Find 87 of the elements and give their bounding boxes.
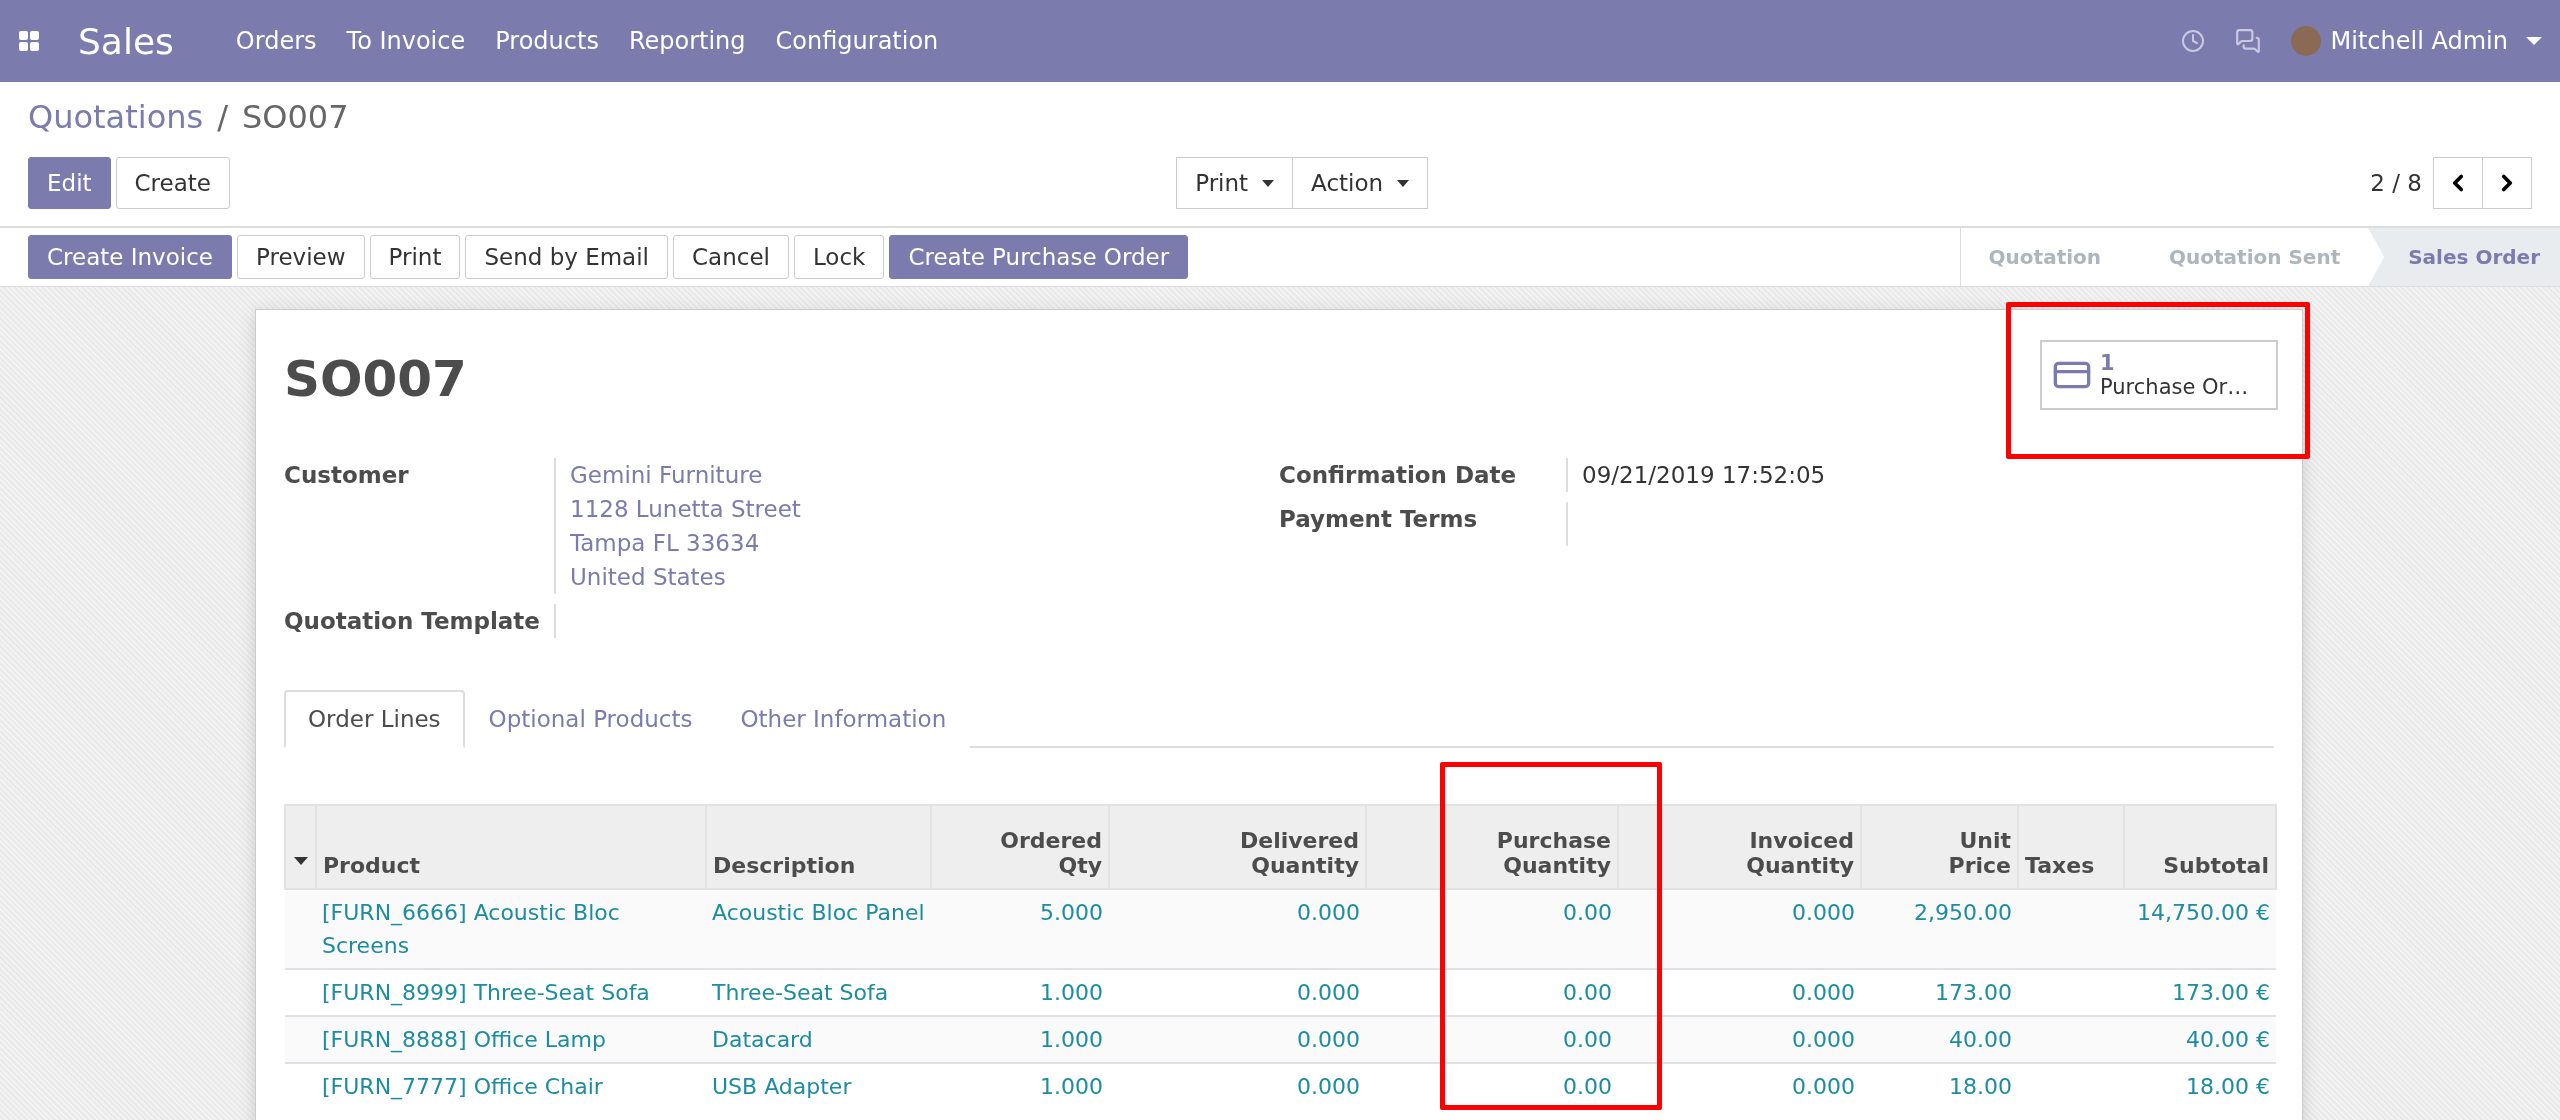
secondary-button[interactable]: Create — [115, 157, 230, 209]
table-cell: 0.00 — [1366, 969, 1618, 1016]
record-title: SO007 — [284, 350, 467, 408]
column-header[interactable]: Product — [316, 805, 706, 889]
table-cell: 0.000 — [1109, 889, 1366, 969]
column-header[interactable]: Subtotal — [2124, 805, 2276, 889]
dropdown-button[interactable]: Print — [1176, 157, 1294, 209]
table-cell: 0.000 — [1109, 1016, 1366, 1063]
primary-button[interactable]: Edit — [28, 157, 111, 209]
table-cell: USB Adapter — [706, 1063, 931, 1109]
table-cell: [FURN_6666] Acoustic Bloc Screens — [316, 889, 706, 969]
field-label: Customer — [284, 461, 410, 490]
dropdown-button[interactable]: Action — [1292, 157, 1429, 209]
menu-item[interactable]: Products — [495, 27, 599, 55]
previous-button[interactable] — [2433, 157, 2483, 209]
table-cell: 0.00 — [1366, 1063, 1618, 1109]
table-cell: [FURN_8888] Office Lamp — [316, 1016, 706, 1063]
table-cell: 18.00 — [1861, 1063, 2018, 1109]
caret-icon — [293, 857, 308, 865]
primary-button[interactable]: Create Purchase Order — [889, 235, 1189, 279]
table-cell: 40.00 — [1861, 1016, 2018, 1063]
smart-button-count: 1 — [2100, 350, 2115, 375]
secondary-button[interactable]: Lock — [793, 235, 885, 279]
field-value: 09/21/2019 17:52:05 — [1582, 461, 1827, 490]
field-label: Quotation Template — [284, 607, 541, 636]
column-header[interactable]: Delivered Quantity — [1109, 805, 1366, 889]
column-header[interactable]: Purchase Quantity — [1366, 805, 1618, 889]
table-cell: 40.00 € — [2124, 1016, 2276, 1063]
table-cell: 0.000 — [1618, 969, 1861, 1016]
caret-icon — [1397, 179, 1410, 187]
table-cell: [FURN_8999] Three-Seat Sofa — [316, 969, 706, 1016]
customer-link[interactable]: Tampa FL 33634 — [570, 526, 1279, 560]
table-cell: 14,750.00 € — [2124, 889, 2276, 969]
table-cell: 0.000 — [1109, 1063, 1366, 1109]
table-cell: 1.000 — [931, 1063, 1109, 1109]
column-header[interactable]: Invoiced Quantity — [1618, 805, 1861, 889]
menu-item[interactable]: Reporting — [628, 27, 746, 55]
breadcrumb-link[interactable]: Quotations — [28, 98, 204, 136]
tab[interactable]: Order Lines — [284, 690, 465, 748]
clock-icon[interactable] — [2180, 29, 2205, 53]
customer-link[interactable]: Gemini Furniture — [570, 458, 1279, 492]
secondary-button[interactable]: Preview — [236, 235, 365, 279]
smart-button-label: Purchase Or… — [2100, 375, 2249, 400]
table-cell: 173.00 € — [2124, 969, 2276, 1016]
table-cell: 173.00 — [1861, 969, 2018, 1016]
table-cell: Acoustic Bloc Panel — [706, 889, 931, 969]
column-header[interactable]: Ordered Qty — [931, 805, 1109, 889]
table-cell: 18.00 € — [2124, 1063, 2276, 1109]
menu-item[interactable]: Configuration — [775, 27, 939, 55]
table-cell: 2,950.00 — [1861, 889, 2018, 969]
menu-item[interactable]: To Invoice — [346, 27, 466, 55]
app-title: Sales — [78, 20, 174, 62]
table-cell: 0.00 — [1366, 1016, 1618, 1063]
customer-link[interactable]: 1128 Lunetta Street — [570, 492, 1279, 526]
column-header[interactable]: Unit Price — [1861, 805, 2018, 889]
breadcrumb-separator: / — [217, 98, 228, 136]
field-label: Confirmation Date — [1279, 461, 1518, 490]
table-cell: 0.00 — [1366, 889, 1618, 969]
secondary-button[interactable]: Send by Email — [465, 235, 668, 279]
table-cell: Datacard — [706, 1016, 931, 1063]
column-header[interactable]: Taxes — [2018, 805, 2124, 889]
field-label: Payment Terms — [1279, 505, 1479, 534]
table-cell: 5.000 — [931, 889, 1109, 969]
apps-grid-icon[interactable] — [18, 30, 40, 52]
caret-icon — [1262, 179, 1275, 187]
caret-icon[interactable] — [2526, 37, 2542, 45]
column-header[interactable]: Description — [706, 805, 931, 889]
menu-item[interactable]: Orders — [235, 27, 317, 55]
table-cell: 0.000 — [1618, 1063, 1861, 1109]
table-cell: 0.000 — [1618, 889, 1861, 969]
table-cell: 0.000 — [1109, 969, 1366, 1016]
table-cell: [FURN_7777] Office Chair — [316, 1063, 706, 1109]
smart-button[interactable]: 1 Purchase Or… — [2040, 340, 2278, 410]
table-cell: 0.000 — [1618, 1016, 1861, 1063]
table-cell: 1.000 — [931, 1016, 1109, 1063]
breadcrumb-current: SO007 — [241, 98, 349, 136]
user-name[interactable]: Mitchell Admin — [2330, 27, 2508, 55]
customer-link[interactable]: United States — [570, 560, 1279, 594]
next-button[interactable] — [2482, 157, 2532, 209]
column-header[interactable] — [285, 805, 316, 889]
pager-counter: 2 / 8 — [2370, 170, 2422, 196]
primary-button[interactable]: Create Invoice — [28, 235, 232, 279]
chat-icon[interactable] — [2234, 28, 2261, 54]
secondary-button[interactable]: Print — [369, 235, 461, 279]
secondary-button[interactable]: Cancel — [673, 235, 789, 279]
table-cell: 1.000 — [931, 969, 1109, 1016]
table-cell: Three-Seat Sofa — [706, 969, 931, 1016]
